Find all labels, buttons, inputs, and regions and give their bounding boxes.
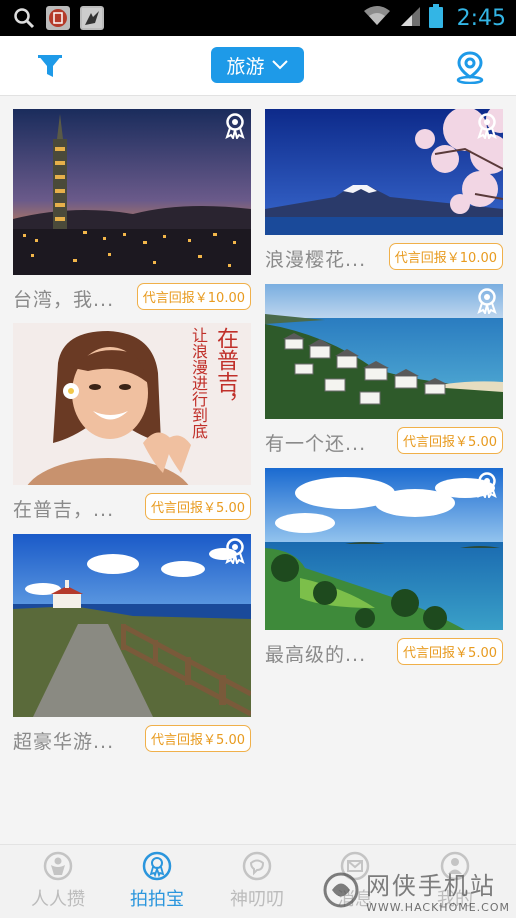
card-meta: 在普吉，... 代言回报￥5.00 [13,485,251,527]
filter-button[interactable] [34,50,66,82]
badge-icon [225,538,245,564]
badge-icon [477,288,497,314]
tab-paipaibao[interactable]: 拍拍宝 [112,851,202,917]
tab-label: 拍拍宝 [130,889,184,910]
wifi-icon [363,5,391,31]
card-image [265,468,503,630]
battery-icon [428,4,443,32]
card-image [13,534,251,717]
card-image [265,284,503,419]
category-label: 旅游 [226,55,265,78]
caption-line: 在普吉， [213,327,238,415]
card-meta: 有一个还... 代言回报￥5.00 [265,419,503,461]
location-pin-icon [456,51,484,85]
reward-badge[interactable]: 代言回报￥5.00 [397,638,503,665]
status-bar: 2:45 [0,0,516,36]
card-meta: 台湾，我... 代言回报￥10.00 [13,275,251,317]
card-meta: 最高级的... 代言回报￥5.00 [265,630,503,672]
tab-messages[interactable]: 消息 [310,851,400,917]
card-meta: 超豪华游... 代言回报￥5.00 [13,717,251,759]
chat-icon [242,851,272,881]
card-title: 最高级的... [265,644,367,666]
card-phuket[interactable]: 在普吉， 让浪漫进行到底 在普吉，... 代言回报￥5.00 [13,323,251,527]
location-button[interactable] [454,50,486,85]
bottom-nav: 人人攒 拍拍宝 神叨叨 消息 我的 网侠手机站 WWW.HACKHOME.COM [0,844,516,918]
reward-badge[interactable]: 代言回报￥5.00 [397,427,503,454]
status-time: 2:45 [456,5,506,31]
reward-badge[interactable]: 代言回报￥5.00 [145,725,251,752]
message-icon [340,851,370,881]
tab-renrenzan[interactable]: 人人攒 [13,851,103,917]
card-meta: 浪漫樱花... 代言回报￥10.00 [265,235,503,277]
people-icon [43,851,73,881]
tab-label: 我的 [437,889,473,910]
chevron-down-icon [271,60,288,70]
card-title: 超豪华游... [13,731,115,753]
top-bar: 旅游 [0,36,516,96]
search-icon [12,6,36,30]
tab-shendaodao[interactable]: 神叨叨 [212,851,302,917]
card-image [13,109,251,275]
reward-badge[interactable]: 代言回报￥10.00 [388,243,503,270]
app-notification-icon [46,6,70,30]
card-taipei[interactable]: 台湾，我... 代言回报￥10.00 [13,109,251,317]
tab-label: 人人攒 [31,889,85,910]
app-notification-icon [80,6,104,30]
reward-badge[interactable]: 代言回报￥5.00 [145,493,251,520]
card-resort[interactable]: 有一个还... 代言回报￥5.00 [265,284,503,461]
badge-icon [225,113,245,139]
card-fuji[interactable]: 浪漫樱花... 代言回报￥10.00 [265,109,503,277]
badge-icon [142,851,172,881]
badge-icon [477,113,497,139]
card-image: 在普吉， 让浪漫进行到底 [13,323,251,485]
tab-profile[interactable]: 我的 [410,851,500,917]
card-grid: 台湾，我... 代言回报￥10.00 浪漫樱花... 代言回报￥10.00 在普… [0,96,516,844]
user-icon [440,851,470,881]
card-image [265,109,503,235]
signal-icon [399,5,421,31]
caption-line: 让浪漫进行到底 [189,327,208,439]
card-island[interactable]: 最高级的... 代言回报￥5.00 [265,468,503,672]
category-dropdown[interactable]: 旅游 [211,47,304,83]
tab-label: 神叨叨 [230,889,284,910]
card-title: 台湾，我... [13,289,115,311]
tab-label: 消息 [337,889,373,910]
card-title: 浪漫樱花... [265,249,367,271]
card-seaside[interactable]: 超豪华游... 代言回报￥5.00 [13,534,251,759]
badge-icon [477,472,497,498]
card-title: 有一个还... [265,433,367,455]
card-title: 在普吉，... [13,499,115,521]
card-image-caption: 在普吉， 让浪漫进行到底 [189,327,238,439]
filter-icon [38,55,62,77]
reward-badge[interactable]: 代言回报￥10.00 [136,283,251,310]
